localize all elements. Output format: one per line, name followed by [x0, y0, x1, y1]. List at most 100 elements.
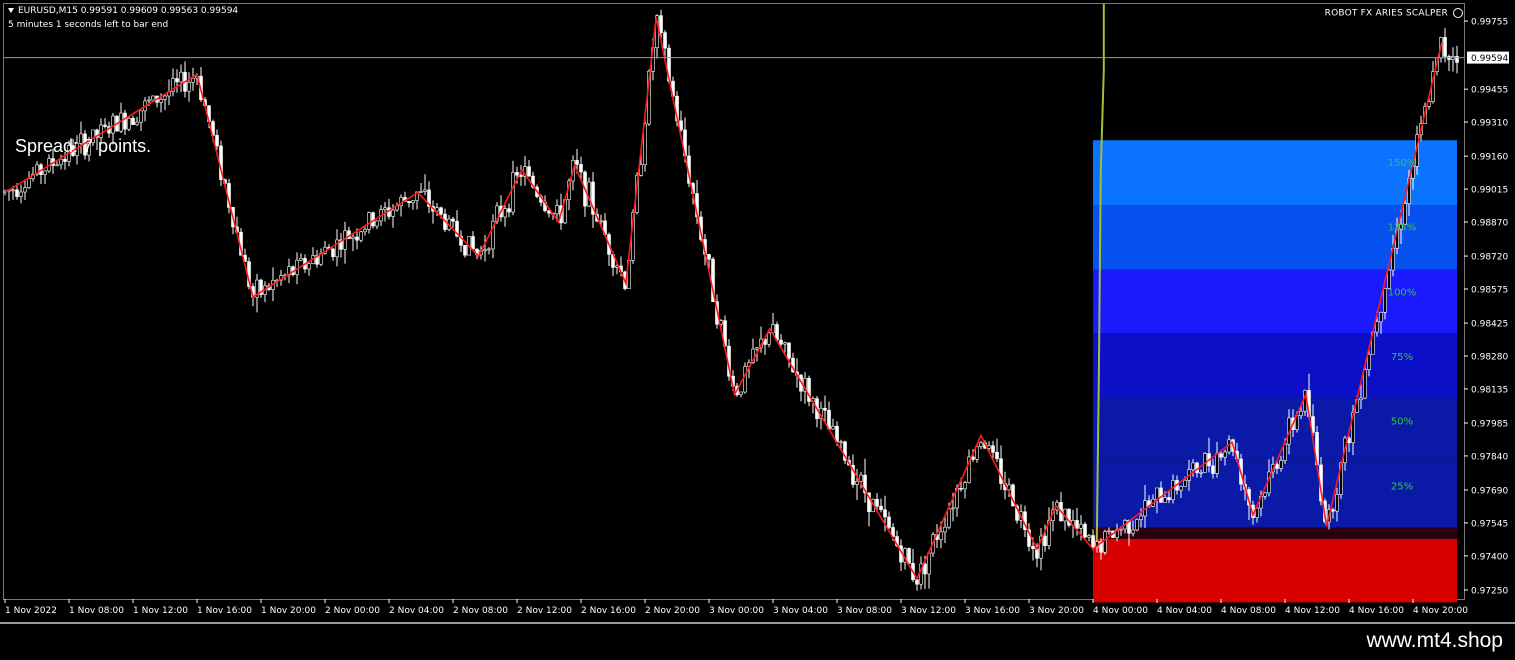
price-tick-label: 0.97690	[1471, 486, 1508, 496]
chart-area[interactable]: 0.99755 0.99594 0.99455 0.99310 0.99160 0.990…	[0, 0, 1515, 624]
candle-body	[943, 526, 947, 533]
candle-body	[1299, 410, 1303, 416]
price-tick-label: 0.99160	[1471, 153, 1508, 163]
time-tick-label: 4 Nov 16:00	[1349, 606, 1404, 616]
time-tick-label: 2 Nov 04:00	[389, 606, 444, 616]
candle-body	[355, 236, 359, 241]
candle-body	[835, 425, 839, 443]
time-tick-label: 2 Nov 12:00	[517, 606, 572, 616]
candle-body	[783, 342, 787, 345]
time-tick-label: 4 Nov 00:00	[1093, 606, 1148, 616]
candle-body	[159, 98, 163, 103]
candle-body	[831, 425, 835, 430]
time-tick-label: 4 Nov 08:00	[1221, 606, 1276, 616]
candle-body	[527, 166, 531, 177]
candle-body	[1279, 460, 1283, 469]
candle-body	[483, 249, 487, 252]
zone-level-75	[1093, 269, 1457, 334]
candle-body	[1075, 520, 1079, 529]
robot-name: ROBOT FX ARIES SCALPER	[1324, 8, 1448, 19]
candle-body	[411, 200, 415, 203]
candle-body	[439, 207, 443, 215]
candle-body	[451, 218, 455, 222]
time-tick-label: 1 Nov 12:00	[133, 606, 188, 616]
level-label: 75%	[1391, 352, 1413, 363]
footer-bar: www.mt4.shop	[0, 624, 1515, 660]
price-tick-label: 0.99755	[1471, 18, 1508, 28]
zone-level-50	[1093, 333, 1457, 399]
candle-body	[419, 191, 423, 193]
time-tick-label: 1 Nov 16:00	[197, 606, 252, 616]
candle-body	[11, 189, 15, 192]
candle-body	[27, 178, 31, 188]
level-label: 100%	[1388, 287, 1417, 298]
candle-body	[175, 78, 179, 83]
time-tick-label: 3 Nov 08:00	[837, 606, 892, 616]
candle-body	[1363, 369, 1367, 399]
candle-body	[1375, 321, 1379, 333]
time-tick-label: 1 Nov 08:00	[69, 606, 124, 616]
candle-body	[163, 95, 167, 100]
candle-body	[1263, 492, 1267, 497]
price-tick-label: 0.97985	[1471, 419, 1508, 429]
candle-body	[139, 110, 143, 123]
candle-body	[991, 445, 995, 453]
candle-body	[123, 112, 127, 130]
candle-body	[1135, 519, 1139, 531]
candle-body	[511, 172, 515, 213]
symbol-line: EURUSD,M15 0.99591 0.99609 0.99563 0.995…	[18, 6, 239, 16]
level-label: 150%	[1388, 158, 1417, 169]
candle-body	[839, 441, 843, 444]
candle-body	[1403, 203, 1407, 225]
time-tick-label: 1 Nov 2022	[5, 606, 57, 616]
candle-body	[979, 442, 983, 447]
candle-body	[519, 174, 523, 177]
candle-body	[887, 516, 891, 528]
candle-body	[1139, 515, 1143, 520]
candle-body	[131, 117, 135, 125]
candle-body	[555, 205, 559, 215]
candle-body	[939, 531, 943, 540]
candle-body	[1359, 397, 1363, 401]
candle-body	[787, 342, 791, 359]
candle-body	[55, 164, 59, 167]
candle-body	[947, 508, 951, 528]
candle-body	[923, 563, 927, 575]
candle-body	[187, 81, 191, 92]
dropdown-triangle-icon[interactable]	[8, 8, 14, 13]
time-tick-label: 3 Nov 00:00	[709, 606, 764, 616]
price-tick-label: 0.99455	[1471, 86, 1508, 96]
zone-red-zone	[1093, 538, 1457, 603]
price-tick-label: 0.98425	[1471, 320, 1508, 330]
candle-body	[1331, 509, 1335, 512]
candle-body	[1103, 531, 1107, 553]
candle-body	[755, 347, 759, 350]
price-chart[interactable]: 0.99755 0.99594 0.99455 0.99310 0.99160 0.990…	[0, 0, 1515, 624]
candle-body	[307, 263, 311, 270]
time-tick-label: 4 Nov 20:00	[1413, 606, 1468, 616]
candle-body	[1223, 451, 1227, 458]
time-tick-label: 3 Nov 20:00	[1029, 606, 1084, 616]
candle-body	[907, 548, 911, 564]
candle-body	[1131, 529, 1135, 534]
candle-body	[875, 498, 879, 507]
price-tick-label: 0.97545	[1471, 519, 1508, 529]
zone-separator	[1093, 527, 1457, 539]
footer-url[interactable]: www.mt4.shop	[1366, 629, 1503, 653]
candle-body	[707, 254, 711, 260]
price-tick-label: 0.98280	[1471, 353, 1508, 363]
candle-body	[1083, 523, 1087, 538]
robot-label: ROBOT FX ARIES SCALPER	[1325, 8, 1463, 19]
time-tick-label: 2 Nov 20:00	[645, 606, 700, 616]
candle-body	[43, 170, 47, 175]
candle-body	[575, 160, 579, 165]
candle-body	[463, 244, 467, 256]
candle-body	[103, 124, 107, 127]
candle-body	[1031, 546, 1035, 550]
candle-body	[1091, 535, 1095, 548]
candle-body	[23, 187, 27, 193]
candle-body	[959, 488, 963, 490]
candle-body	[1275, 464, 1279, 469]
candle-body	[767, 332, 771, 345]
candle-body	[19, 191, 23, 197]
